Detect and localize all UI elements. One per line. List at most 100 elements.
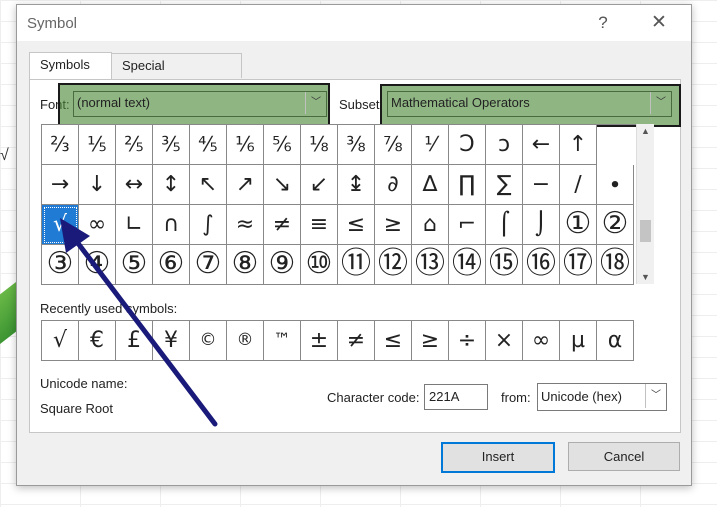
- symbol-cell[interactable]: ←: [523, 125, 560, 165]
- scroll-down-icon[interactable]: ▼: [637, 270, 654, 284]
- recent-symbol-cell[interactable]: ≥: [412, 321, 449, 361]
- recent-symbol-cell[interactable]: €: [79, 321, 116, 361]
- character-code-field[interactable]: 221A: [424, 384, 488, 410]
- symbol-cell[interactable]: ⑬: [412, 245, 449, 285]
- recent-symbol-cell[interactable]: ®: [227, 321, 264, 361]
- symbol-cell[interactable]: ↨: [338, 165, 375, 205]
- symbol-cell[interactable]: ⑧: [227, 245, 264, 285]
- symbol-cell[interactable]: ≠: [264, 205, 301, 245]
- recent-symbol-cell[interactable]: ×: [486, 321, 523, 361]
- symbol-cell[interactable]: Ↄ: [449, 125, 486, 165]
- symbol-cell[interactable]: ∆: [412, 165, 449, 205]
- symbol-cell[interactable]: ⑪: [338, 245, 375, 285]
- recent-symbol-cell[interactable]: µ: [560, 321, 597, 361]
- symbol-cell[interactable]: ∂: [375, 165, 412, 205]
- tab-special-characters[interactable]: Special Characters: [111, 53, 242, 97]
- subset-dropdown[interactable]: Mathematical Operators ﹀: [387, 91, 672, 117]
- recent-symbol-cell[interactable]: ÷: [449, 321, 486, 361]
- symbol-cell[interactable]: ⅛: [301, 125, 338, 165]
- chevron-down-icon[interactable]: ﹀: [305, 92, 326, 114]
- symbol-cell[interactable]: ↄ: [486, 125, 523, 165]
- symbol-cell[interactable]: ⅟: [412, 125, 449, 165]
- symbol-cell[interactable]: ⅜: [338, 125, 375, 165]
- symbol-cell[interactable]: ≥: [375, 205, 412, 245]
- symbol-cell[interactable]: ↕: [153, 165, 190, 205]
- tab-symbols[interactable]: Symbols: [29, 52, 112, 79]
- scrollbar-thumb[interactable]: [640, 220, 651, 242]
- recent-symbol-cell[interactable]: ≤: [375, 321, 412, 361]
- cancel-button[interactable]: Cancel: [568, 442, 680, 471]
- from-dropdown[interactable]: Unicode (hex) ﹀: [537, 383, 667, 411]
- symbol-cell[interactable]: ⑤: [116, 245, 153, 285]
- symbol-cell[interactable]: ↘: [264, 165, 301, 205]
- symbol-cell[interactable]: ④: [79, 245, 116, 285]
- symbol-grid-scrollbar[interactable]: ▲ ▼: [636, 124, 654, 284]
- symbol-cell[interactable]: ⅘: [190, 125, 227, 165]
- symbol-cell[interactable]: ⑦: [190, 245, 227, 285]
- recent-symbol-cell[interactable]: ¥: [153, 321, 190, 361]
- recent-symbol-cell[interactable]: ™: [264, 321, 301, 361]
- symbol-cell[interactable]: →: [42, 165, 79, 205]
- tab-symbols-label: Symbols: [40, 57, 90, 72]
- symbol-cell[interactable]: ≡: [301, 205, 338, 245]
- symbol-cell[interactable]: ⑫: [375, 245, 412, 285]
- recent-symbol-cell[interactable]: ±: [301, 321, 338, 361]
- symbol-cell[interactable]: ∑: [486, 165, 523, 205]
- symbol-cell[interactable]: ⑥: [153, 245, 190, 285]
- symbol-cell[interactable]: ∫: [190, 205, 227, 245]
- recent-symbol-cell[interactable]: ©: [190, 321, 227, 361]
- character-code-label: Character code:: [327, 390, 420, 405]
- symbol-cell[interactable]: ⑯: [523, 245, 560, 285]
- recent-symbol-cell[interactable]: ≠: [338, 321, 375, 361]
- symbol-cell[interactable]: ⌂: [412, 205, 449, 245]
- symbol-cell[interactable]: ⑰: [560, 245, 597, 285]
- symbol-cell[interactable]: ⅔: [42, 125, 79, 165]
- insert-button[interactable]: Insert: [441, 442, 555, 473]
- symbol-cell[interactable]: ∏: [449, 165, 486, 205]
- symbol-cell[interactable]: ⌠: [486, 205, 523, 245]
- subset-label: Subset:: [339, 97, 384, 112]
- symbol-cell[interactable]: ⑩: [301, 245, 338, 285]
- symbol-cell[interactable]: ≈: [227, 205, 264, 245]
- symbol-cell[interactable]: ⅙: [227, 125, 264, 165]
- chevron-down-icon[interactable]: ﹀: [650, 92, 671, 114]
- symbol-cell[interactable]: ↙: [301, 165, 338, 205]
- symbol-cell[interactable]: ↔: [116, 165, 153, 205]
- symbol-cell[interactable]: ↗: [227, 165, 264, 205]
- help-icon[interactable]: ?: [590, 11, 616, 35]
- symbol-cell[interactable]: ⌡: [523, 205, 560, 245]
- recent-symbol-cell[interactable]: α: [597, 321, 634, 361]
- symbol-cell[interactable]: ∕: [560, 165, 597, 205]
- symbol-cell[interactable]: ↖: [190, 165, 227, 205]
- symbol-cell[interactable]: ⅚: [264, 125, 301, 165]
- chevron-down-icon[interactable]: ﹀: [645, 384, 666, 408]
- symbol-cell[interactable]: ∞: [79, 205, 116, 245]
- recent-symbol-cell[interactable]: ∞: [523, 321, 560, 361]
- symbol-cell[interactable]: ⅗: [153, 125, 190, 165]
- symbol-cell[interactable]: ①: [560, 205, 597, 245]
- symbol-cell[interactable]: ∟: [116, 205, 153, 245]
- symbol-cell[interactable]: ⅕: [79, 125, 116, 165]
- recent-symbol-cell[interactable]: £: [116, 321, 153, 361]
- symbol-cell[interactable]: ⑮: [486, 245, 523, 285]
- symbol-cell[interactable]: ⑨: [264, 245, 301, 285]
- symbol-cell[interactable]: ⑭: [449, 245, 486, 285]
- font-dropdown[interactable]: (normal text) ﹀: [73, 91, 327, 117]
- dialog-title: Symbol: [27, 15, 78, 32]
- symbol-cell[interactable]: ∩: [153, 205, 190, 245]
- symbol-cell[interactable]: √: [42, 205, 79, 245]
- symbol-cell[interactable]: ②: [597, 205, 634, 245]
- symbol-cell[interactable]: ⅞: [375, 125, 412, 165]
- symbol-cell[interactable]: ⌐: [449, 205, 486, 245]
- close-icon[interactable]: ✕: [646, 11, 672, 35]
- recent-symbol-cell[interactable]: √: [42, 321, 79, 361]
- symbol-cell[interactable]: ∙: [597, 165, 634, 205]
- symbol-cell[interactable]: ⑱: [597, 245, 634, 285]
- symbol-cell[interactable]: −: [523, 165, 560, 205]
- symbol-cell[interactable]: ↓: [79, 165, 116, 205]
- symbol-cell[interactable]: ⅖: [116, 125, 153, 165]
- symbol-cell[interactable]: ③: [42, 245, 79, 285]
- symbol-cell[interactable]: ≤: [338, 205, 375, 245]
- symbol-cell[interactable]: ↑: [560, 125, 597, 165]
- scroll-up-icon[interactable]: ▲: [637, 124, 654, 138]
